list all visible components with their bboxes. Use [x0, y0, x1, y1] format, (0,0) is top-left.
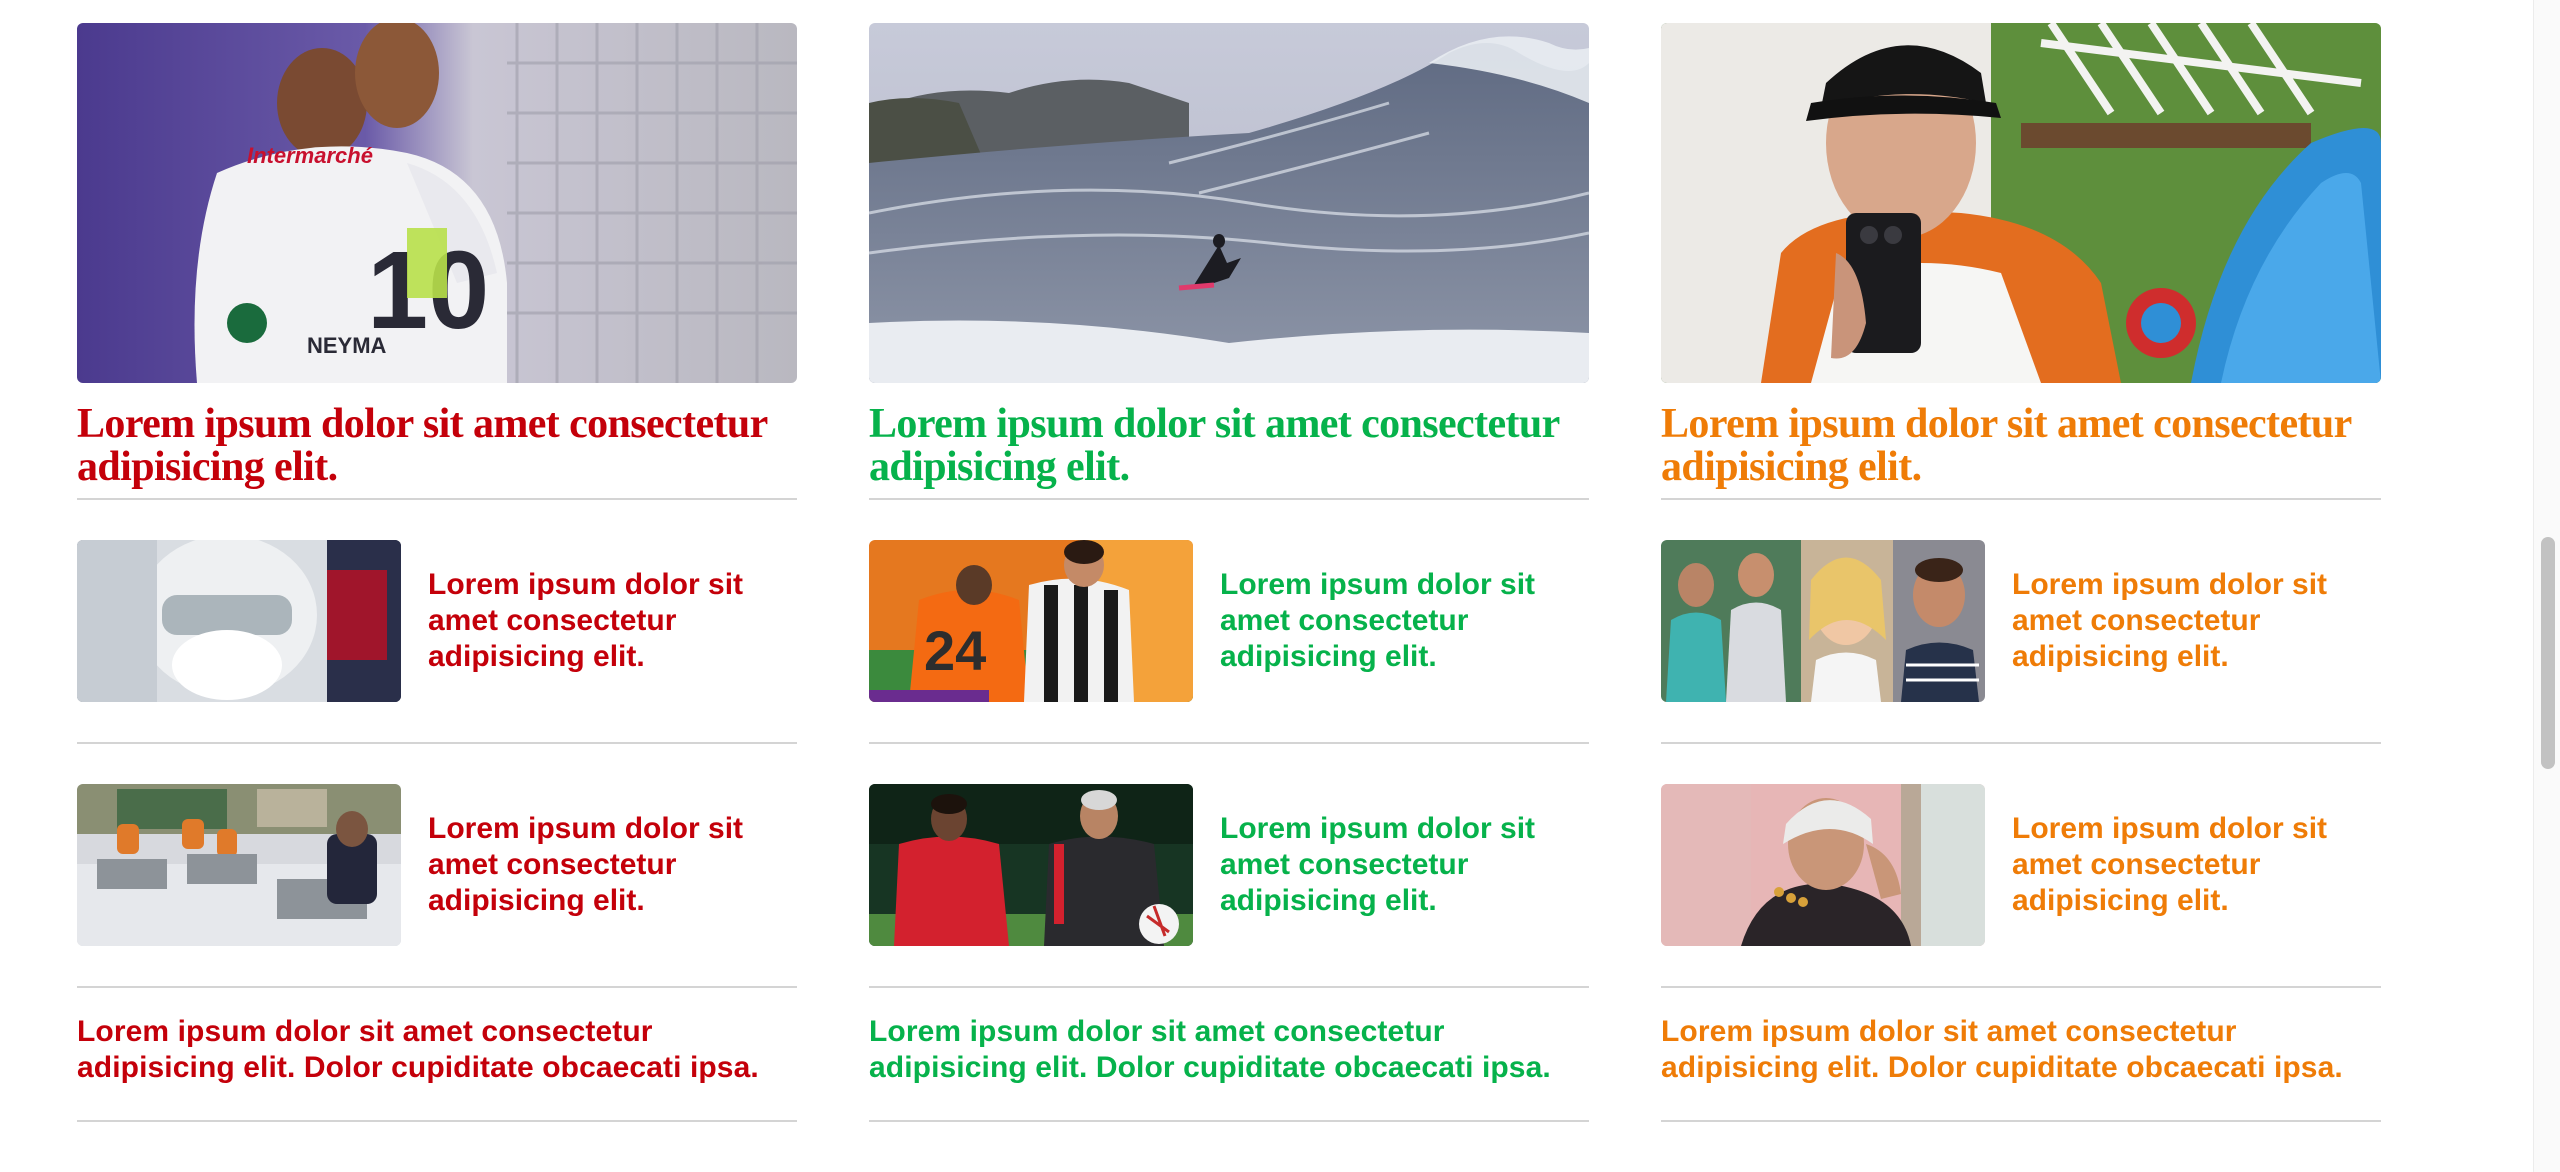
hero-headline[interactable]: Lorem ipsum dolor sit amet consectetur a…	[869, 403, 1589, 498]
story-headline[interactable]: Lorem ipsum dolor sit amet consectetur a…	[2012, 567, 2372, 675]
story-item[interactable]: Lorem ipsum dolor sit amet consectetur a…	[869, 744, 1589, 986]
story-item[interactable]: 24 Lorem ipsum dolor sit amet consectetu…	[869, 500, 1589, 742]
news-column-3: Lorem ipsum dolor sit amet consectetur a…	[1661, 23, 2381, 1122]
soccer-players-training-photo[interactable]	[869, 784, 1193, 946]
elderly-woman-smiling-photo[interactable]	[1661, 784, 1985, 946]
classroom-students-masks-photo[interactable]	[77, 784, 401, 946]
news-columns: 10 Intermarché NEYMA Lorem ipsum dolor s…	[77, 23, 2381, 1122]
text-only-headline[interactable]: Lorem ipsum dolor sit amet consectetur a…	[869, 988, 1589, 1120]
story-headline[interactable]: Lorem ipsum dolor sit amet consectetur a…	[1220, 567, 1580, 675]
man-selfie-surfboard-photo[interactable]	[1661, 23, 2381, 383]
story-headline[interactable]: Lorem ipsum dolor sit amet consectetur a…	[428, 811, 788, 919]
divider	[1661, 1120, 2381, 1122]
divider	[869, 1120, 1589, 1122]
story-item[interactable]: Lorem ipsum dolor sit amet consectetur a…	[1661, 744, 2381, 986]
soccer-players-embracing-photo[interactable]: 10 Intermarché NEYMA	[77, 23, 797, 383]
news-column-2: Lorem ipsum dolor sit amet consectetur a…	[869, 23, 1589, 1122]
scrollbar-thumb[interactable]	[2541, 537, 2555, 769]
story-item[interactable]: Lorem ipsum dolor sit amet consectetur a…	[77, 500, 797, 742]
soccer-match-players-photo[interactable]: 24	[869, 540, 1193, 702]
text-only-headline[interactable]: Lorem ipsum dolor sit amet consectetur a…	[1661, 988, 2381, 1120]
big-wave-surfer-photo[interactable]	[869, 23, 1589, 383]
story-headline[interactable]: Lorem ipsum dolor sit amet consectetur a…	[428, 567, 788, 675]
story-headline[interactable]: Lorem ipsum dolor sit amet consectetur a…	[2012, 811, 2372, 919]
svg-text:NEYMA: NEYMA	[307, 333, 387, 358]
hero-headline[interactable]: Lorem ipsum dolor sit amet consectetur a…	[77, 403, 797, 498]
vertical-scrollbar[interactable]	[2533, 0, 2560, 1172]
svg-text:24: 24	[924, 619, 986, 682]
story-headline[interactable]: Lorem ipsum dolor sit amet consectetur a…	[1220, 811, 1580, 919]
divider	[77, 1120, 797, 1122]
svg-text:Intermarché: Intermarché	[247, 143, 373, 168]
story-item[interactable]: Lorem ipsum dolor sit amet consectetur a…	[1661, 500, 2381, 742]
news-page: 10 Intermarché NEYMA Lorem ipsum dolor s…	[0, 0, 2560, 1172]
story-item[interactable]: Lorem ipsum dolor sit amet consectetur a…	[77, 744, 797, 986]
celebrities-collage-photo[interactable]	[1661, 540, 1985, 702]
news-column-1: 10 Intermarché NEYMA Lorem ipsum dolor s…	[77, 23, 797, 1122]
health-worker-protective-mask-photo[interactable]	[77, 540, 401, 702]
hero-headline[interactable]: Lorem ipsum dolor sit amet consectetur a…	[1661, 403, 2381, 498]
text-only-headline[interactable]: Lorem ipsum dolor sit amet consectetur a…	[77, 988, 797, 1120]
